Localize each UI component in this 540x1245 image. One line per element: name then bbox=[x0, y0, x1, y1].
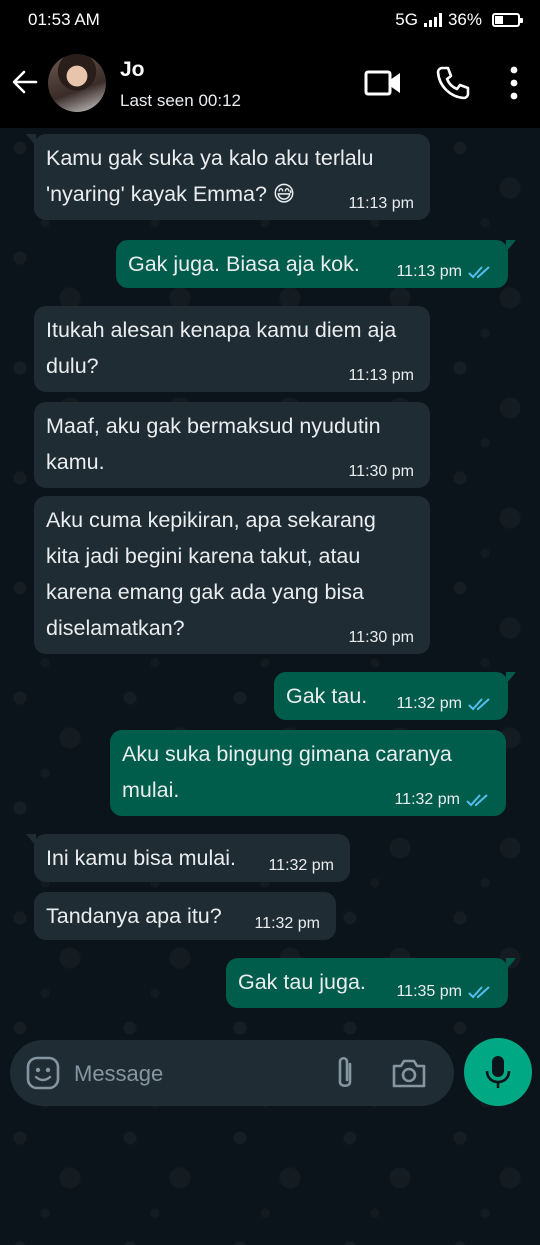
message-input[interactable] bbox=[72, 1056, 316, 1092]
read-ticks-icon bbox=[468, 266, 490, 279]
last-seen-status: Last seen 00:12 bbox=[120, 91, 241, 110]
read-ticks-icon bbox=[468, 698, 490, 711]
status-bar: 01:53 AM 5G 36% bbox=[0, 0, 540, 40]
message-time: 11:32 pm bbox=[396, 694, 492, 714]
message-time: 11:13 pm bbox=[348, 195, 414, 212]
message-bubble-incoming[interactable]: Kamu gak suka ya kalo aku terlalu 'nyari… bbox=[26, 134, 430, 220]
message-text: Aku cuma kepikiran, apa sekarang kita ja… bbox=[46, 508, 376, 640]
voice-call-icon[interactable] bbox=[432, 62, 474, 104]
network-type: 5G bbox=[395, 10, 418, 29]
video-call-icon[interactable] bbox=[362, 62, 404, 104]
battery-icon bbox=[492, 13, 523, 27]
message-bubble-incoming[interactable]: Maaf, aku gak bermaksud nyudutin kamu. 1… bbox=[34, 402, 430, 488]
avatar[interactable] bbox=[48, 54, 106, 112]
battery-percent: 36% bbox=[447, 10, 482, 29]
signal-icon bbox=[423, 13, 442, 27]
message-bubble-incoming[interactable]: Tandanya apa itu? 11:32 pm bbox=[34, 892, 336, 940]
message-bubble-incoming[interactable]: Itukah alesan kenapa kamu diem aja dulu?… bbox=[34, 306, 430, 392]
back-arrow-icon[interactable] bbox=[10, 64, 40, 100]
message-bubble-incoming[interactable]: Aku cuma kepikiran, apa sekarang kita ja… bbox=[34, 496, 430, 654]
message-bubble-incoming[interactable]: Ini kamu bisa mulai. 11:32 pm bbox=[26, 834, 350, 882]
message-time: 11:32 pm bbox=[254, 915, 320, 932]
message-composer bbox=[10, 1040, 454, 1106]
message-bubble-outgoing[interactable]: Gak tau. 11:32 pm bbox=[274, 672, 516, 720]
status-right: 5G 36% bbox=[395, 10, 523, 30]
message-time: 11:13 pm bbox=[348, 367, 414, 384]
message-time: 11:32 pm bbox=[394, 790, 490, 810]
message-time: 11:35 pm bbox=[396, 982, 492, 1002]
message-time: 11:13 pm bbox=[396, 262, 492, 282]
status-time: 01:53 AM bbox=[28, 10, 100, 29]
message-time: 11:30 pm bbox=[348, 629, 414, 646]
emoji-icon[interactable] bbox=[26, 1056, 60, 1090]
message-time: 11:30 pm bbox=[348, 463, 414, 480]
message-bubble-outgoing[interactable]: Gak tau juga. 11:35 pm bbox=[226, 958, 516, 1008]
read-ticks-icon bbox=[466, 794, 488, 807]
message-bubble-outgoing[interactable]: Aku suka bingung gimana caranya mulai. 1… bbox=[110, 730, 506, 816]
more-options-icon[interactable] bbox=[496, 62, 532, 104]
contact-name[interactable]: Jo bbox=[120, 58, 145, 82]
microphone-icon bbox=[485, 1056, 511, 1088]
message-bubble-outgoing[interactable]: Gak juga. Biasa aja kok. 11:13 pm bbox=[116, 240, 516, 288]
read-ticks-icon bbox=[468, 986, 490, 999]
message-time: 11:32 pm bbox=[268, 857, 334, 874]
chat-header: Jo Last seen 00:12 bbox=[0, 40, 540, 128]
attachment-icon[interactable] bbox=[328, 1054, 362, 1094]
camera-icon[interactable] bbox=[390, 1056, 428, 1090]
voice-record-button[interactable] bbox=[464, 1038, 532, 1106]
